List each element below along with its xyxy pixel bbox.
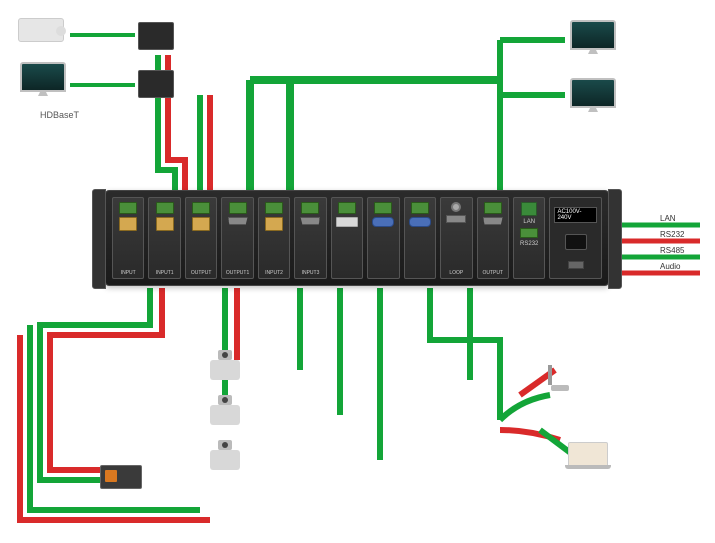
card-hdmi-out-2: OUTPUT — [477, 197, 509, 279]
rj45-port-icon — [265, 217, 283, 231]
matrix-switcher-chassis: INPUT INPUT1 OUTPUT OUTPUT1 INPUT2 INPUT… — [105, 190, 609, 286]
card-hdmi-out-1: OUTPUT1 — [221, 197, 253, 279]
card-hdbt-in-3: INPUT2 — [258, 197, 290, 279]
loop-port-icon — [446, 215, 466, 223]
rj45-port-icon — [156, 217, 174, 231]
vga-port-icon — [409, 217, 431, 227]
camera-source-1 — [210, 360, 240, 380]
io-label: LOOP — [441, 270, 471, 276]
phoenix-connector-icon — [192, 202, 210, 214]
transmitter-icon — [138, 22, 174, 50]
monitor-icon — [570, 78, 616, 108]
top-left-group-label: HDBaseT — [40, 110, 79, 120]
ac-rating-label: AC100V-240V — [554, 207, 597, 223]
transmitter-icon — [138, 70, 174, 98]
ptz-camera-icon — [210, 405, 240, 425]
hdmi-port-icon — [300, 217, 320, 225]
hdbt-tx-2 — [138, 70, 174, 98]
io-label: INPUT3 — [295, 270, 325, 276]
power-switch-icon — [568, 261, 584, 269]
io-label: OUTPUT — [186, 270, 216, 276]
io-label: OUTPUT — [478, 270, 508, 276]
rj45-port-icon — [119, 217, 137, 231]
phoenix-connector-icon — [229, 202, 247, 214]
hdmi-port-icon — [483, 217, 503, 225]
card-sdi-out: LOOP — [440, 197, 472, 279]
laptop-icon — [568, 442, 608, 466]
phoenix-connector-icon — [411, 202, 429, 214]
document-camera-icon — [545, 365, 575, 391]
rj45-port-icon — [192, 217, 210, 231]
monitor-icon — [570, 20, 616, 50]
serial-port-icon — [520, 228, 538, 238]
hdbt-tx-1 — [138, 22, 174, 50]
bus-label-audio: Audio — [660, 262, 680, 271]
projector-icon — [18, 18, 64, 42]
phoenix-connector-icon — [338, 202, 356, 214]
io-label: INPUT2 — [259, 270, 289, 276]
card-vga-in-2 — [404, 197, 436, 279]
bnc-port-icon — [451, 202, 461, 212]
imac-source-1 — [20, 62, 66, 92]
phoenix-connector-icon — [156, 202, 174, 214]
dvi-port-icon — [336, 217, 358, 227]
rack-ear-left — [92, 189, 106, 289]
vga-port-icon — [372, 217, 394, 227]
control-processor — [100, 465, 142, 489]
lan-port-icon — [521, 202, 537, 216]
io-label: OUTPUT1 — [222, 270, 252, 276]
phoenix-connector-icon — [374, 202, 392, 214]
card-hdmi-in-1: INPUT3 — [294, 197, 326, 279]
phoenix-connector-icon — [119, 202, 137, 214]
card-vga-in-1 — [367, 197, 399, 279]
lan-label: LAN — [523, 219, 535, 225]
card-hdbt-in-2: INPUT1 — [148, 197, 180, 279]
laptop-vga — [568, 442, 608, 466]
card-control: LAN RS232 — [513, 197, 545, 279]
camera-source-3 — [210, 450, 240, 470]
display-out-1 — [570, 20, 616, 50]
ptz-camera-icon — [210, 360, 240, 380]
hdmi-port-icon — [228, 217, 248, 225]
projector-source — [18, 18, 64, 42]
io-label: INPUT1 — [149, 270, 179, 276]
bus-label-rs485: RS485 — [660, 246, 684, 255]
bus-label-rs232: RS232 — [660, 230, 684, 239]
card-dvi-in — [331, 197, 363, 279]
camera-source-2 — [210, 405, 240, 425]
iec-inlet-icon — [565, 234, 587, 250]
rack-ear-right — [608, 189, 622, 289]
document-camera — [545, 365, 575, 391]
io-label: INPUT — [113, 270, 143, 276]
card-hdbt-out-1: OUTPUT — [185, 197, 217, 279]
phoenix-connector-icon — [301, 202, 319, 214]
phoenix-connector-icon — [484, 202, 502, 214]
control-processor-icon — [100, 465, 142, 489]
phoenix-connector-icon — [265, 202, 283, 214]
bus-label-lan: LAN — [660, 214, 676, 223]
card-hdbt-in-1: INPUT — [112, 197, 144, 279]
display-out-2 — [570, 78, 616, 108]
power-supply-module: AC100V-240V — [549, 197, 602, 279]
monitor-icon — [20, 62, 66, 92]
ptz-camera-icon — [210, 450, 240, 470]
rs232-label: RS232 — [520, 241, 538, 247]
